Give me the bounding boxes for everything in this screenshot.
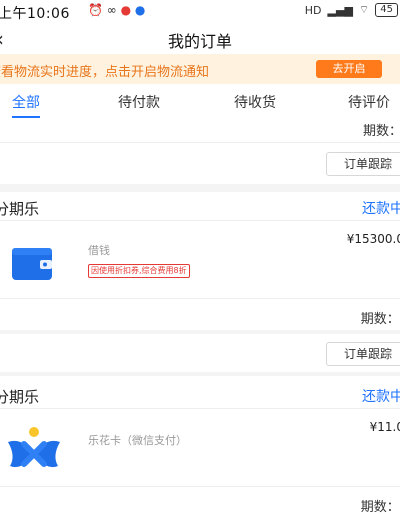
order-actions: 订单跟踪 [0, 334, 400, 372]
divider [0, 298, 400, 299]
tab-pending-payment[interactable]: 待付款 [118, 92, 160, 112]
wallet-icon [12, 248, 52, 280]
status-notification-icons: ⏰ ∞ ● ● [88, 3, 145, 17]
product-name: 分期乐 [0, 200, 40, 218]
lehua-card-logo-icon [8, 427, 60, 468]
tab-pending-review[interactable]: 待评价 [348, 92, 390, 112]
term-label: 期数：2 [360, 500, 400, 515]
logistics-notice-banner: 查看物流实时进度，点击开启物流通知 去开启 [0, 54, 400, 84]
divider [0, 486, 400, 487]
repaying-status-link[interactable]: 还款中 [362, 198, 400, 218]
enable-notification-button[interactable]: 去开启 [316, 60, 382, 78]
tab-all[interactable]: 全部 [12, 92, 40, 112]
signal-icon: ▂▄▆ [327, 3, 353, 17]
divider [0, 142, 400, 143]
message-icon: ∞ [106, 3, 117, 17]
item-title: 借钱 [88, 244, 110, 257]
status-right-icons: HD ▂▄▆ ⌔ 45 [305, 3, 398, 17]
discount-tag: 因使用折扣券,综合费用8折 [88, 264, 190, 278]
tab-pending-receipt[interactable]: 待收货 [234, 92, 276, 112]
term-label: 期数： [362, 124, 400, 139]
divider [0, 220, 400, 221]
app-notification-icon-2: ● [134, 3, 146, 17]
app-notification-icon: ● [120, 3, 132, 17]
order-tabs: 全部 待付款 待收货 待评价 [0, 84, 400, 118]
item-price: ¥15300.0 [346, 232, 400, 246]
wifi-icon: ⌔ [358, 3, 370, 16]
status-time: 上午10:06 [0, 6, 70, 22]
repaying-status-link[interactable]: 还款中 [362, 386, 400, 406]
order-card-partial: 期数： 订单跟踪 [0, 118, 400, 184]
order-track-button[interactable]: 订单跟踪 [326, 152, 400, 176]
network-label: HD [304, 3, 322, 17]
notice-text: 查看物流实时进度，点击开启物流通知 [0, 65, 210, 80]
status-bar: 上午10:06 ⏰ ∞ ● ● HD ▂▄▆ ⌔ 45 [0, 0, 400, 24]
page-title: 我的订单 [167, 32, 232, 51]
battery-icon: 45 [375, 3, 398, 17]
order-card[interactable]: 分期乐 还款中 借钱 因使用折扣券,综合费用8折 ¥15300.0 期数：3 [0, 192, 400, 330]
nav-bar: ‹ 我的订单 [0, 24, 400, 54]
order-card[interactable]: 分期乐 还款中 乐花卡（微信支付） ¥11.0 期数：2 [0, 376, 400, 519]
alarm-icon: ⏰ [88, 3, 103, 17]
term-label: 期数：3 [360, 312, 400, 327]
item-title: 乐花卡（微信支付） [88, 434, 187, 447]
item-price: ¥11.0 [369, 420, 400, 434]
product-name: 分期乐 [0, 388, 40, 406]
divider [0, 408, 400, 409]
order-track-button[interactable]: 订单跟踪 [326, 342, 400, 366]
